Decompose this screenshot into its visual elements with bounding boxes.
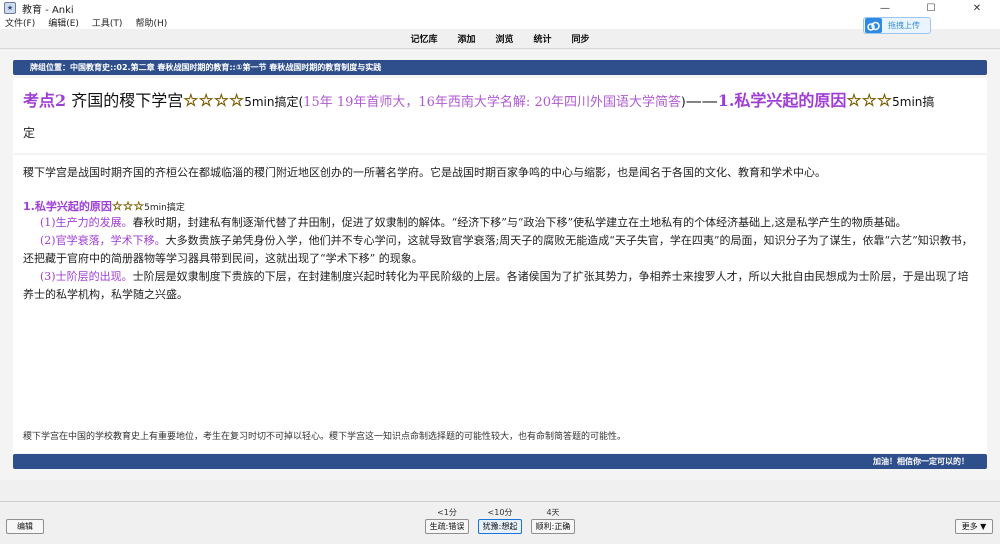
card-reviewer: 牌组位置：中国教育史::02.第二章 春秋战国时期的教育::①第一节 春秋战国时…	[0, 50, 1000, 480]
point-item: (1)生产力的发展。春秋时期，封建私有制逐渐代替了井田制，促进了奴隶制的解体。“…	[23, 214, 977, 232]
good-interval: 4天	[546, 508, 560, 517]
point-label: (2)官学衰落，学术下移。	[40, 234, 166, 247]
menu-bar: 文件(F) 编辑(E) 工具(T) 帮助(H)	[0, 16, 1000, 29]
point-text: 大多数贵族子弟凭身份入学，他们并不专心学问，这就导致官学衰落;周天子的腐败无能造…	[23, 234, 973, 265]
card-body: 稷下学宫是战国时期齐国的齐桓公在都城临淄的稷门附近地区创办的一所著名学府。它是战…	[13, 155, 987, 453]
window-titlebar: ★ 教育 - Anki — ☐ ✕	[0, 0, 1000, 16]
point-item: (3)士阶层的出现。士阶层是奴隶制度下贵族的下层，在封建制度兴起时转化为平民阶级…	[23, 268, 977, 304]
section-star-icon: ☆☆☆	[111, 199, 145, 214]
card-header-line: 考点2 齐国的稷下学宫☆☆☆☆5min搞定(15年 19年首师大，16年西南大学…	[23, 90, 987, 114]
intro-paragraph: 稷下学宫是战国时期齐国的齐桓公在都城临淄的稷门附近地区创办的一所著名学府。它是战…	[23, 166, 826, 179]
toolbar-add[interactable]: 添加	[457, 32, 475, 45]
time-suffix-2: 搞	[922, 95, 935, 109]
point-text: 士阶层是奴隶制度下贵族的下层，在封建制度兴起时转化为平民阶级的上层。各诸侯国为了…	[23, 270, 969, 301]
main-toolbar: 记忆库 添加 浏览 统计 同步	[0, 29, 1000, 49]
again-interval: <1分	[437, 508, 457, 517]
point-label: (3)士阶层的出现。	[40, 270, 133, 283]
toolbar-decks[interactable]: 记忆库	[410, 32, 437, 45]
deck-breadcrumb: 牌组位置：中国教育史::02.第二章 春秋战国时期的教育::①第一节 春秋战国时…	[13, 60, 987, 75]
hard-interval: <10分	[487, 508, 513, 517]
edit-button[interactable]: 编辑	[6, 519, 44, 534]
point-item: (2)官学衰落，学术下移。大多数贵族子弟凭身份入学，他们并不专心学问，这就导致官…	[23, 232, 977, 268]
time-estimate: 5min	[244, 95, 275, 109]
header-subtitle: 1.私学兴起的原因	[717, 91, 847, 110]
section-heading: 1.私学兴起的原因☆☆☆5min搞定	[23, 198, 977, 214]
minimize-button[interactable]: —	[862, 0, 908, 16]
point-text: 春秋时期，封建私有制逐渐代替了井田制，促进了奴隶制的解体。“经济下移”与“政治下…	[132, 216, 907, 229]
maximize-button[interactable]: ☐	[908, 0, 954, 16]
anki-app-icon: ★	[4, 2, 16, 14]
window-controls: — ☐ ✕	[862, 0, 1000, 16]
header-tail: 定	[23, 126, 36, 140]
toolbar-sync[interactable]: 同步	[572, 32, 590, 45]
good-button[interactable]: 顺利:正确	[531, 519, 575, 534]
toolbar-browse[interactable]: 浏览	[495, 32, 513, 45]
star-rating-icon-2: ☆☆☆	[846, 91, 893, 112]
kaodian-label: 考点2	[23, 91, 67, 110]
exam-sources: 15年 19年首师大，16年西南大学名解: 20年四川外国语大学简答	[303, 95, 681, 110]
card-header: 考点2 齐国的稷下学宫☆☆☆☆5min搞定(15年 19年首师大，16年西南大学…	[13, 78, 987, 153]
toolbar-stats[interactable]: 统计	[534, 32, 552, 45]
star-rating-icon: ☆☆☆☆	[183, 91, 245, 112]
window-title: 教育 - Anki	[22, 4, 74, 16]
point-label: (1)生产力的发展。	[40, 216, 133, 229]
drag-upload-button[interactable]: 拖拽上传	[863, 17, 931, 34]
menu-file[interactable]: 文件(F)	[5, 16, 35, 29]
study-note: 稷下学宫在中国的学校教育史上有重要地位，考生在复习时切不可掉以轻心。稷下学宫这一…	[23, 432, 627, 442]
time-suffix: 搞定(	[274, 95, 304, 109]
drag-upload-label: 拖拽上传	[888, 21, 920, 30]
section-title: 1.私学兴起的原因	[23, 200, 112, 213]
menu-edit[interactable]: 编辑(E)	[48, 16, 79, 29]
topic-title: 齐国的稷下学宫	[71, 91, 184, 110]
more-button[interactable]: 更多 ▼	[955, 519, 993, 534]
section-time-suffix: 搞定	[166, 203, 185, 213]
menu-help[interactable]: 帮助(H)	[135, 16, 167, 29]
hard-button[interactable]: 犹豫:想起	[478, 519, 522, 534]
answer-bar: 编辑 <1分 生疏:错误 <10分 犹豫:想起 4天 顺利:正确 更多 ▼	[0, 501, 1000, 544]
header-dash: ——	[685, 91, 718, 110]
close-button[interactable]: ✕	[954, 0, 1000, 16]
section-time: 5min	[144, 203, 167, 213]
encouragement-bar: 加油！相信你一定可以的！	[13, 454, 987, 469]
cloud-icon	[865, 18, 882, 33]
time-estimate-2: 5min	[892, 95, 923, 109]
again-button[interactable]: 生疏:错误	[425, 519, 469, 534]
menu-tools[interactable]: 工具(T)	[92, 16, 123, 29]
